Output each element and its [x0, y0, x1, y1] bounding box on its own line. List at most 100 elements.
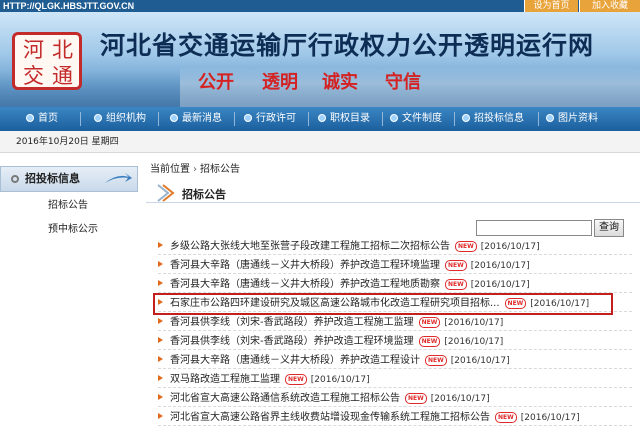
- list-item-date: [2016/10/17]: [520, 413, 580, 423]
- list-item[interactable]: 香河县供李线（刘宋-香武路段）养护改造工程环境监理 NEW [2016/10/17]: [158, 333, 632, 350]
- breadcrumb-separator-icon: ›: [193, 164, 197, 175]
- bullet-triangle-icon: [158, 280, 163, 286]
- list-item-title[interactable]: 香河县大辛路（唐通线－义井大桥段）养护改造工程地质勘察: [170, 279, 440, 290]
- highlight-box: [153, 293, 613, 315]
- nav-label: 招投标信息: [474, 113, 524, 124]
- new-badge-icon: NEW: [418, 317, 441, 328]
- slogan-word: 守信: [385, 72, 421, 93]
- nav-divider: [80, 112, 81, 126]
- nav-item-organization[interactable]: 组织机构: [94, 107, 146, 131]
- seal-char: 河: [23, 38, 44, 62]
- main-nav: 首页 组织机构 最新消息 行政许可 职权目录 文件制度 招投标信息 图片资料: [0, 107, 640, 131]
- list-item[interactable]: 香河县大辛路（唐通线－义井大桥段）养护改造工程环境监理 NEW [2016/10/1…: [158, 257, 632, 274]
- nav-divider: [454, 112, 455, 126]
- bullet-triangle-icon: [158, 318, 163, 324]
- list-item[interactable]: 香河县大辛路（唐通线－义井大桥段）养护改造工程地质勘察 NEW [2016/10/1…: [158, 276, 632, 293]
- nav-item-pictures[interactable]: 图片资料: [546, 107, 598, 131]
- list-item-title[interactable]: 乡级公路大张线大地至张营子段改建工程施工招标二次招标公告: [170, 241, 450, 252]
- list-item-title[interactable]: 河北省宣大高速公路省界主线收费站增设现金传输系统工程施工招标公告: [170, 412, 490, 423]
- nav-bullet-icon: [462, 114, 470, 122]
- list-item-title[interactable]: 香河县大辛路（唐通线－义井大桥段）养护改造工程设计: [170, 355, 420, 366]
- list-item-date: [2016/10/17]: [470, 261, 530, 271]
- list-item[interactable]: 香河县供李线（刘宋-香武路段）养护改造工程施工监理 NEW [2016/10/17]: [158, 314, 632, 331]
- list-item-date: [2016/10/17]: [444, 318, 504, 328]
- new-badge-icon: NEW: [285, 374, 307, 385]
- seal-char: 通: [52, 64, 73, 88]
- date-bar: 2016年10月20日 星期四: [0, 131, 640, 153]
- nav-item-documents[interactable]: 文件制度: [390, 107, 442, 131]
- list-item-date: [2016/10/17]: [470, 280, 530, 290]
- list-item-title[interactable]: 香河县供李线（刘宋-香武路段）养护改造工程环境监理: [170, 336, 414, 347]
- nav-divider: [538, 112, 539, 126]
- list-item-date: [2016/10/17]: [480, 242, 540, 252]
- search-button[interactable]: 查询: [594, 219, 624, 237]
- site-logo-seal: 河 北 交 通: [12, 32, 82, 90]
- top-bar: HTTP://QLGK.HBSJTT.GOV.CN 设为首页 加入收藏: [0, 0, 640, 12]
- nav-divider: [308, 112, 309, 126]
- slogan-word: 诚实: [322, 72, 358, 93]
- sidebar-item-tender-notice[interactable]: 招标公告: [48, 196, 88, 211]
- bullet-circle-icon: [11, 175, 19, 183]
- list-item-title[interactable]: 香河县供李线（刘宋-香武路段）养护改造工程施工监理: [170, 317, 414, 328]
- nav-divider: [158, 112, 159, 126]
- slogan-word: 透明: [262, 72, 298, 93]
- list-item-title[interactable]: 河北省宣大高速公路通信系统改造工程施工招标公告: [170, 393, 400, 404]
- bullet-triangle-icon: [158, 242, 163, 248]
- nav-divider: [234, 112, 235, 126]
- bullet-triangle-icon: [158, 337, 163, 343]
- slogan-word: 公开: [198, 72, 234, 93]
- list-item-date: [2016/10/17]: [450, 356, 510, 366]
- new-badge-icon: NEW: [495, 412, 517, 423]
- nav-bullet-icon: [94, 114, 102, 122]
- nav-item-authority-list[interactable]: 职权目录: [318, 107, 370, 131]
- list-item-date: [2016/10/17]: [310, 375, 370, 385]
- set-home-button[interactable]: 设为首页: [524, 0, 578, 12]
- new-badge-icon: NEW: [455, 241, 477, 252]
- current-date: 2016年10月20日 星期四: [16, 137, 119, 147]
- add-favorite-button[interactable]: 加入收藏: [579, 0, 640, 12]
- nav-label: 文件制度: [402, 113, 442, 124]
- nav-item-home[interactable]: 首页: [26, 107, 58, 131]
- new-badge-icon: NEW: [445, 279, 467, 290]
- bullet-triangle-icon: [158, 375, 163, 381]
- new-badge-icon: NEW: [425, 355, 447, 366]
- nav-bullet-icon: [244, 114, 252, 122]
- sidebar-heading-label: 招投标信息: [25, 172, 80, 185]
- list-item[interactable]: 河北省宣大高速公路通信系统改造工程施工招标公告 NEW [2016/10/17]: [158, 390, 632, 407]
- list-item-title[interactable]: 香河县大辛路（唐通线－义井大桥段）养护改造工程环境监理: [170, 260, 440, 271]
- nav-label: 首页: [38, 113, 58, 124]
- list-item[interactable]: 乡级公路大张线大地至张营子段改建工程施工招标二次招标公告 NEW [2016/10/…: [158, 238, 632, 255]
- nav-divider: [382, 112, 383, 126]
- nav-label: 最新消息: [182, 113, 222, 124]
- nav-bullet-icon: [546, 114, 554, 122]
- list-item[interactable]: 双马路改造工程施工监理 NEW [2016/10/17]: [158, 371, 632, 388]
- nav-label: 组织机构: [106, 113, 146, 124]
- sidebar-heading: 招投标信息: [0, 166, 138, 192]
- nav-item-license[interactable]: 行政许可: [244, 107, 296, 131]
- nav-item-tender-info[interactable]: 招投标信息: [462, 107, 524, 131]
- nav-label: 图片资料: [558, 113, 598, 124]
- list-item-title[interactable]: 双马路改造工程施工监理: [170, 374, 280, 385]
- nav-label: 行政许可: [256, 113, 296, 124]
- chevron-right-icon: [157, 184, 175, 202]
- list-item-date: [2016/10/17]: [444, 337, 504, 347]
- breadcrumb-current: 招标公告: [200, 164, 240, 175]
- site-banner: 河 北 交 通 河北省交通运输厅行政权力公开透明运行网 公开 透明 诚实 守信: [0, 12, 640, 107]
- site-url: HTTP://QLGK.HBSJTT.GOV.CN: [3, 1, 135, 11]
- site-title: 河北省交通运输厅行政权力公开透明运行网: [100, 31, 595, 60]
- nav-bullet-icon: [318, 114, 326, 122]
- section-divider: [146, 202, 640, 203]
- search-input[interactable]: [476, 220, 592, 236]
- breadcrumb: 当前位置 › 招标公告: [150, 160, 240, 175]
- breadcrumb-root[interactable]: 当前位置: [150, 164, 190, 175]
- seal-char: 交: [23, 64, 44, 88]
- nav-item-news[interactable]: 最新消息: [170, 107, 222, 131]
- sidebar-item-winning-bid[interactable]: 预中标公示: [48, 220, 98, 235]
- bullet-triangle-icon: [158, 356, 163, 362]
- new-badge-icon: NEW: [418, 336, 441, 347]
- list-item[interactable]: 香河县大辛路（唐通线－义井大桥段）养护改造工程设计 NEW [2016/10/17]: [158, 352, 632, 369]
- new-badge-icon: NEW: [405, 393, 427, 404]
- nav-bullet-icon: [26, 114, 34, 122]
- nav-bullet-icon: [170, 114, 178, 122]
- list-item[interactable]: 河北省宣大高速公路省界主线收费站增设现金传输系统工程施工招标公告 NEW [2016…: [158, 409, 632, 426]
